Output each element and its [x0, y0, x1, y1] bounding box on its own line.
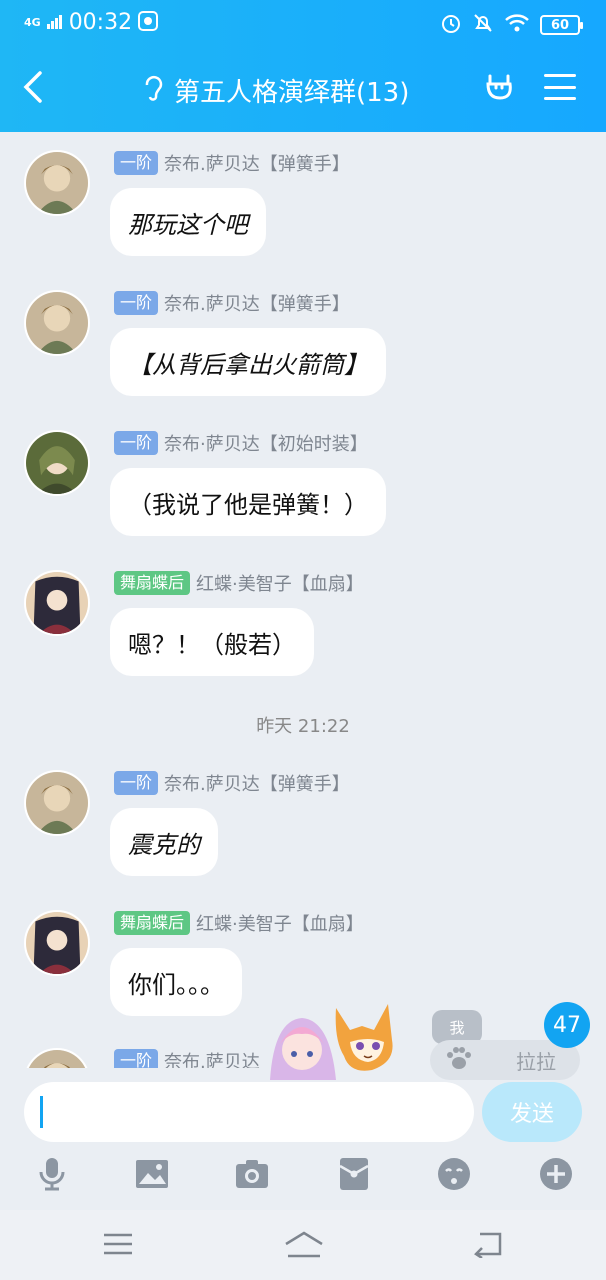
alarm-icon [440, 12, 462, 38]
sender-name: 奈布.萨贝达【弹簧手】 [164, 294, 350, 315]
message-bubble[interactable]: 你们。。。 [110, 948, 242, 1016]
header: 4G 00:32 60 第五人格演绎群(13) [0, 0, 606, 132]
menu-icon[interactable] [544, 74, 576, 100]
rock-hand-icon[interactable] [484, 70, 516, 110]
avatar[interactable] [24, 430, 90, 496]
title-bar: 第五人格演绎群(13) [0, 58, 606, 122]
me-bubble: 我 [432, 1010, 482, 1044]
app-notification-icon [138, 10, 159, 35]
signal-icon [46, 13, 63, 33]
rank-badge: 一阶 [114, 291, 159, 315]
unread-count-badge[interactable]: 47 [544, 1002, 590, 1048]
status-time: 00:32 [68, 10, 133, 35]
battery-indicator: 60 [540, 15, 583, 35]
recent-apps-icon[interactable] [102, 1230, 142, 1262]
rank-badge: 一阶 [114, 1049, 159, 1068]
message-input[interactable] [24, 1082, 474, 1142]
rank-badge: 一阶 [114, 431, 159, 455]
pet-name: 拉拉 [516, 1049, 556, 1074]
input-area: 发送 [0, 1068, 606, 1210]
mute-icon [472, 12, 494, 38]
ear-icon [142, 73, 164, 108]
avatar[interactable] [24, 150, 90, 216]
microphone-icon[interactable] [32, 1154, 72, 1194]
message-bubble[interactable]: 嗯？！（般若） [110, 608, 314, 676]
network-indicator: 4G [24, 15, 41, 29]
emoji-icon[interactable] [434, 1154, 474, 1194]
camera-icon[interactable] [232, 1154, 272, 1194]
sender-name: 奈布.萨贝达【弹簧手】 [164, 774, 350, 795]
send-button[interactable]: 发送 [482, 1082, 582, 1142]
sender-name: 红蝶·美智子【血扇】 [196, 574, 364, 595]
back-button[interactable] [22, 70, 44, 110]
rank-badge: 一阶 [114, 151, 159, 175]
avatar[interactable] [24, 910, 90, 976]
plus-icon[interactable] [536, 1154, 576, 1194]
chat-title[interactable]: 第五人格演绎群(13) [142, 72, 409, 109]
title-badge: 舞扇蝶后 [114, 911, 191, 935]
wifi-icon [504, 13, 530, 37]
image-icon[interactable] [132, 1154, 172, 1194]
status-bar: 4G 00:32 60 [0, 0, 606, 48]
back-nav-icon[interactable] [472, 1230, 512, 1262]
red-packet-icon[interactable] [334, 1154, 374, 1194]
home-icon[interactable] [284, 1230, 324, 1262]
message-bubble[interactable]: 【从背后拿出火箭筒】 [110, 328, 386, 396]
text-caret [40, 1096, 43, 1128]
chat-timestamp: 昨天 21:22 [256, 716, 350, 737]
avatar[interactable] [24, 290, 90, 356]
system-nav-bar [0, 1210, 606, 1280]
message-bubble[interactable]: （我说了他是弹簧！） [110, 468, 386, 536]
sender-name: 奈布.萨贝达【弹簧手】 [164, 154, 350, 175]
sender-name: 奈布.萨贝达 [164, 1052, 260, 1068]
page-title: 第五人格演绎群(13) [174, 78, 410, 108]
message-bubble[interactable]: 震克的 [110, 808, 218, 876]
avatar[interactable] [24, 770, 90, 836]
message-bubble[interactable]: 那玩这个吧 [110, 188, 266, 256]
avatar[interactable] [24, 1048, 90, 1068]
rank-badge: 一阶 [114, 771, 159, 795]
paw-icon [446, 1046, 472, 1075]
sender-name: 红蝶·美智子【血扇】 [196, 914, 364, 935]
title-badge: 舞扇蝶后 [114, 571, 191, 595]
input-toolbar [0, 1154, 606, 1204]
avatar[interactable] [24, 570, 90, 636]
sender-name: 奈布·萨贝达【初始时装】 [164, 434, 368, 455]
mascot-sticker[interactable] [264, 1000, 414, 1086]
